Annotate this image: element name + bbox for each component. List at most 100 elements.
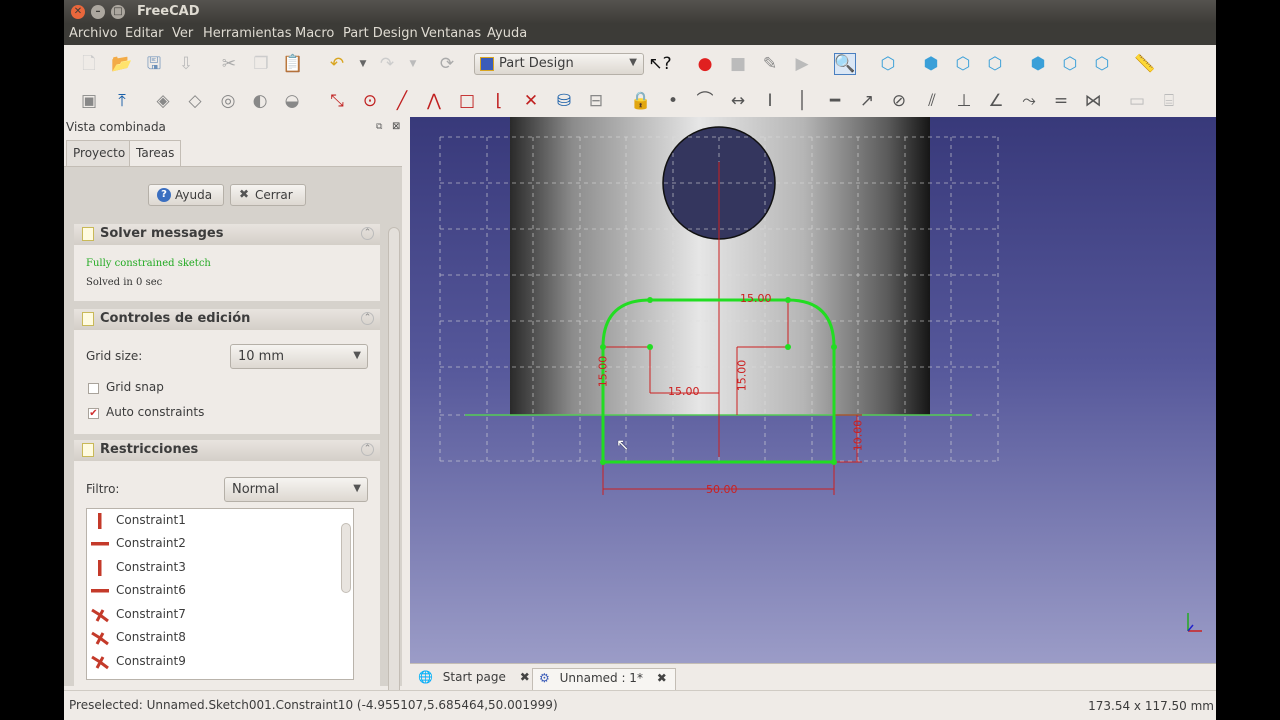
angle-constraint-icon[interactable]: ∠ — [985, 90, 1007, 112]
redo-icon[interactable]: ↷ — [376, 53, 398, 75]
sketch-trim-icon[interactable]: ✕ — [520, 90, 542, 112]
leave-sketch-icon[interactable]: ⤒ — [111, 90, 133, 112]
parallel-constraint-icon[interactable]: ⫽ — [921, 90, 943, 112]
whats-this-icon[interactable]: ↖? — [648, 53, 671, 75]
box-icon[interactable]: ▭ — [1126, 90, 1148, 112]
dimension-bottom-label[interactable]: 50.00 — [706, 483, 738, 496]
dimension-top-label[interactable]: 15.00 — [740, 292, 772, 305]
cylinder-icon[interactable]: ⌸ — [1158, 90, 1180, 112]
fit-all-icon[interactable]: 🔍 — [834, 53, 856, 75]
collapse-icon[interactable]: ⌃ — [361, 312, 374, 325]
collapse-icon[interactable]: ⌃ — [361, 443, 374, 456]
menu-ventanas[interactable]: Ventanas — [421, 26, 481, 41]
axonometric-view-icon[interactable]: ⬡ — [877, 53, 899, 75]
sketch-rectangle-icon[interactable]: □ — [456, 90, 478, 112]
record-macro-icon[interactable]: ● — [694, 53, 716, 75]
edit-macro-icon[interactable]: ✎ — [759, 53, 781, 75]
external-geometry-icon[interactable]: ⛁ — [553, 90, 575, 112]
tab-proyecto[interactable]: Proyecto — [66, 140, 133, 166]
list-item[interactable]: Constraint8 — [87, 626, 353, 649]
measure-icon[interactable]: 📏 — [1134, 53, 1156, 75]
open-file-icon[interactable]: 📂 — [111, 53, 133, 75]
close-window-button[interactable]: ✕ — [71, 5, 85, 19]
dimension-left-label[interactable]: 15.00 — [596, 356, 609, 388]
horizontal-constraint-tool-icon[interactable]: ━ — [824, 90, 846, 112]
length-constraint-icon[interactable]: ↗ — [856, 90, 878, 112]
fillet-icon[interactable]: ◒ — [281, 90, 303, 112]
rear-view-icon[interactable]: ⬢ — [1027, 53, 1049, 75]
equal-constraint-icon[interactable]: = — [1050, 90, 1072, 112]
lock-constraint-icon[interactable]: 🔒 — [630, 90, 652, 112]
close-button[interactable]: ✖ Cerrar — [230, 184, 306, 206]
sketch-circle-icon[interactable]: ⊙ — [359, 90, 381, 112]
groove-icon[interactable]: ◐ — [249, 90, 271, 112]
close-tab-icon[interactable]: ✖ — [520, 670, 530, 684]
construction-mode-icon[interactable]: ⊟ — [585, 90, 607, 112]
close-tab-icon[interactable]: ✖ — [657, 671, 667, 685]
3d-viewport[interactable]: 15.00 15.00 15.00 15.00 10.00 50.00 ↖ — [410, 117, 1216, 663]
edit-controls-section-header[interactable]: Controles de edición ⌃ — [74, 309, 380, 330]
list-item[interactable]: Constraint2 — [87, 532, 353, 555]
symmetric-constraint-icon[interactable]: ⋈ — [1082, 90, 1104, 112]
sketch-canvas[interactable] — [410, 117, 1216, 663]
right-view-icon[interactable]: ⬡ — [984, 53, 1006, 75]
cut-icon[interactable]: ✂ — [218, 53, 240, 75]
dimension-right-label[interactable]: 15.00 — [735, 360, 748, 392]
solver-section-header[interactable]: Solver messages ⌃ — [74, 224, 380, 245]
save-as-icon[interactable]: ⇩ — [175, 53, 197, 75]
auto-constraints-checkbox[interactable]: ✔ — [88, 408, 99, 419]
radius-constraint-icon[interactable]: ⊘ — [888, 90, 910, 112]
sketch-polyline-icon[interactable]: ⋀ — [423, 90, 445, 112]
redo-dropdown-icon[interactable]: ▼ — [402, 53, 424, 75]
task-panel-scrollbar[interactable] — [388, 227, 400, 720]
undo-dropdown-icon[interactable]: ▼ — [352, 53, 374, 75]
coincident-constraint-icon[interactable]: • — [662, 90, 684, 112]
menu-archivo[interactable]: Archivo — [69, 26, 118, 41]
bottom-view-icon[interactable]: ⬡ — [1059, 53, 1081, 75]
run-macro-icon[interactable]: ▶ — [791, 53, 813, 75]
menu-herramientas[interactable]: Herramientas — [203, 26, 292, 41]
help-button[interactable]: ? Ayuda — [148, 184, 224, 206]
constraints-list[interactable]: Constraint1 Constraint2 Constraint3 Cons… — [86, 508, 354, 680]
menu-part-design[interactable]: Part Design — [343, 26, 418, 41]
dimension-mid-label[interactable]: 15.00 — [668, 385, 700, 398]
dimension-height-label[interactable]: 10.00 — [851, 420, 864, 452]
sketch-fillet-icon[interactable]: ⌊ — [488, 90, 510, 112]
menu-macro[interactable]: Macro — [295, 26, 334, 41]
maximize-window-button[interactable]: □ — [111, 5, 125, 19]
minimize-window-button[interactable]: – — [91, 5, 105, 19]
sketch-point-icon[interactable]: ⤡ — [326, 90, 348, 112]
float-panel-icon[interactable]: ⧉ — [376, 122, 382, 132]
left-view-icon[interactable]: ⬡ — [1091, 53, 1113, 75]
top-view-icon[interactable]: ⬡ — [952, 53, 974, 75]
pocket-icon[interactable]: ◇ — [184, 90, 206, 112]
undo-icon[interactable]: ↶ — [326, 53, 348, 75]
close-panel-icon[interactable]: ⊠ — [392, 121, 400, 132]
pad-icon[interactable]: ◈ — [152, 90, 174, 112]
grid-size-select[interactable]: 10 mm ▼ — [230, 344, 368, 369]
menu-editar[interactable]: Editar — [125, 26, 164, 41]
point-on-object-icon[interactable]: ⌒ — [694, 90, 716, 112]
paste-icon[interactable]: 📋 — [282, 53, 304, 75]
sketch-line-icon[interactable]: ╱ — [391, 90, 413, 112]
tab-start-page[interactable]: 🌐 Start page ✖ — [418, 668, 530, 690]
collapse-icon[interactable]: ⌃ — [361, 227, 374, 240]
list-item[interactable]: Constraint7 — [87, 603, 353, 626]
vertical-constraint-tool-icon[interactable]: │ — [791, 90, 813, 112]
vertical-distance-icon[interactable]: I — [759, 90, 781, 112]
workbench-selector[interactable]: Part Design ▼ — [474, 53, 644, 75]
list-item[interactable]: Constraint1 — [87, 509, 353, 532]
list-item[interactable]: Constraint6 — [87, 579, 353, 602]
tangent-constraint-tool-icon[interactable]: ⤳ — [1018, 90, 1040, 112]
list-scrollbar[interactable] — [341, 523, 351, 593]
save-icon[interactable]: 🖫 — [143, 53, 165, 75]
filter-select[interactable]: Normal ▼ — [224, 477, 368, 502]
stop-macro-icon[interactable]: ■ — [727, 53, 749, 75]
constraints-section-header[interactable]: Restricciones ⌃ — [74, 440, 380, 461]
new-file-icon[interactable]: 🗋 — [78, 53, 100, 75]
copy-icon[interactable]: ❐ — [250, 53, 272, 75]
create-sketch-icon[interactable]: ▣ — [78, 90, 100, 112]
horizontal-distance-icon[interactable]: ↔ — [727, 90, 749, 112]
tab-unnamed[interactable]: ⚙ Unnamed : 1* ✖ — [532, 668, 676, 690]
list-item[interactable]: Constraint3 — [87, 556, 353, 579]
